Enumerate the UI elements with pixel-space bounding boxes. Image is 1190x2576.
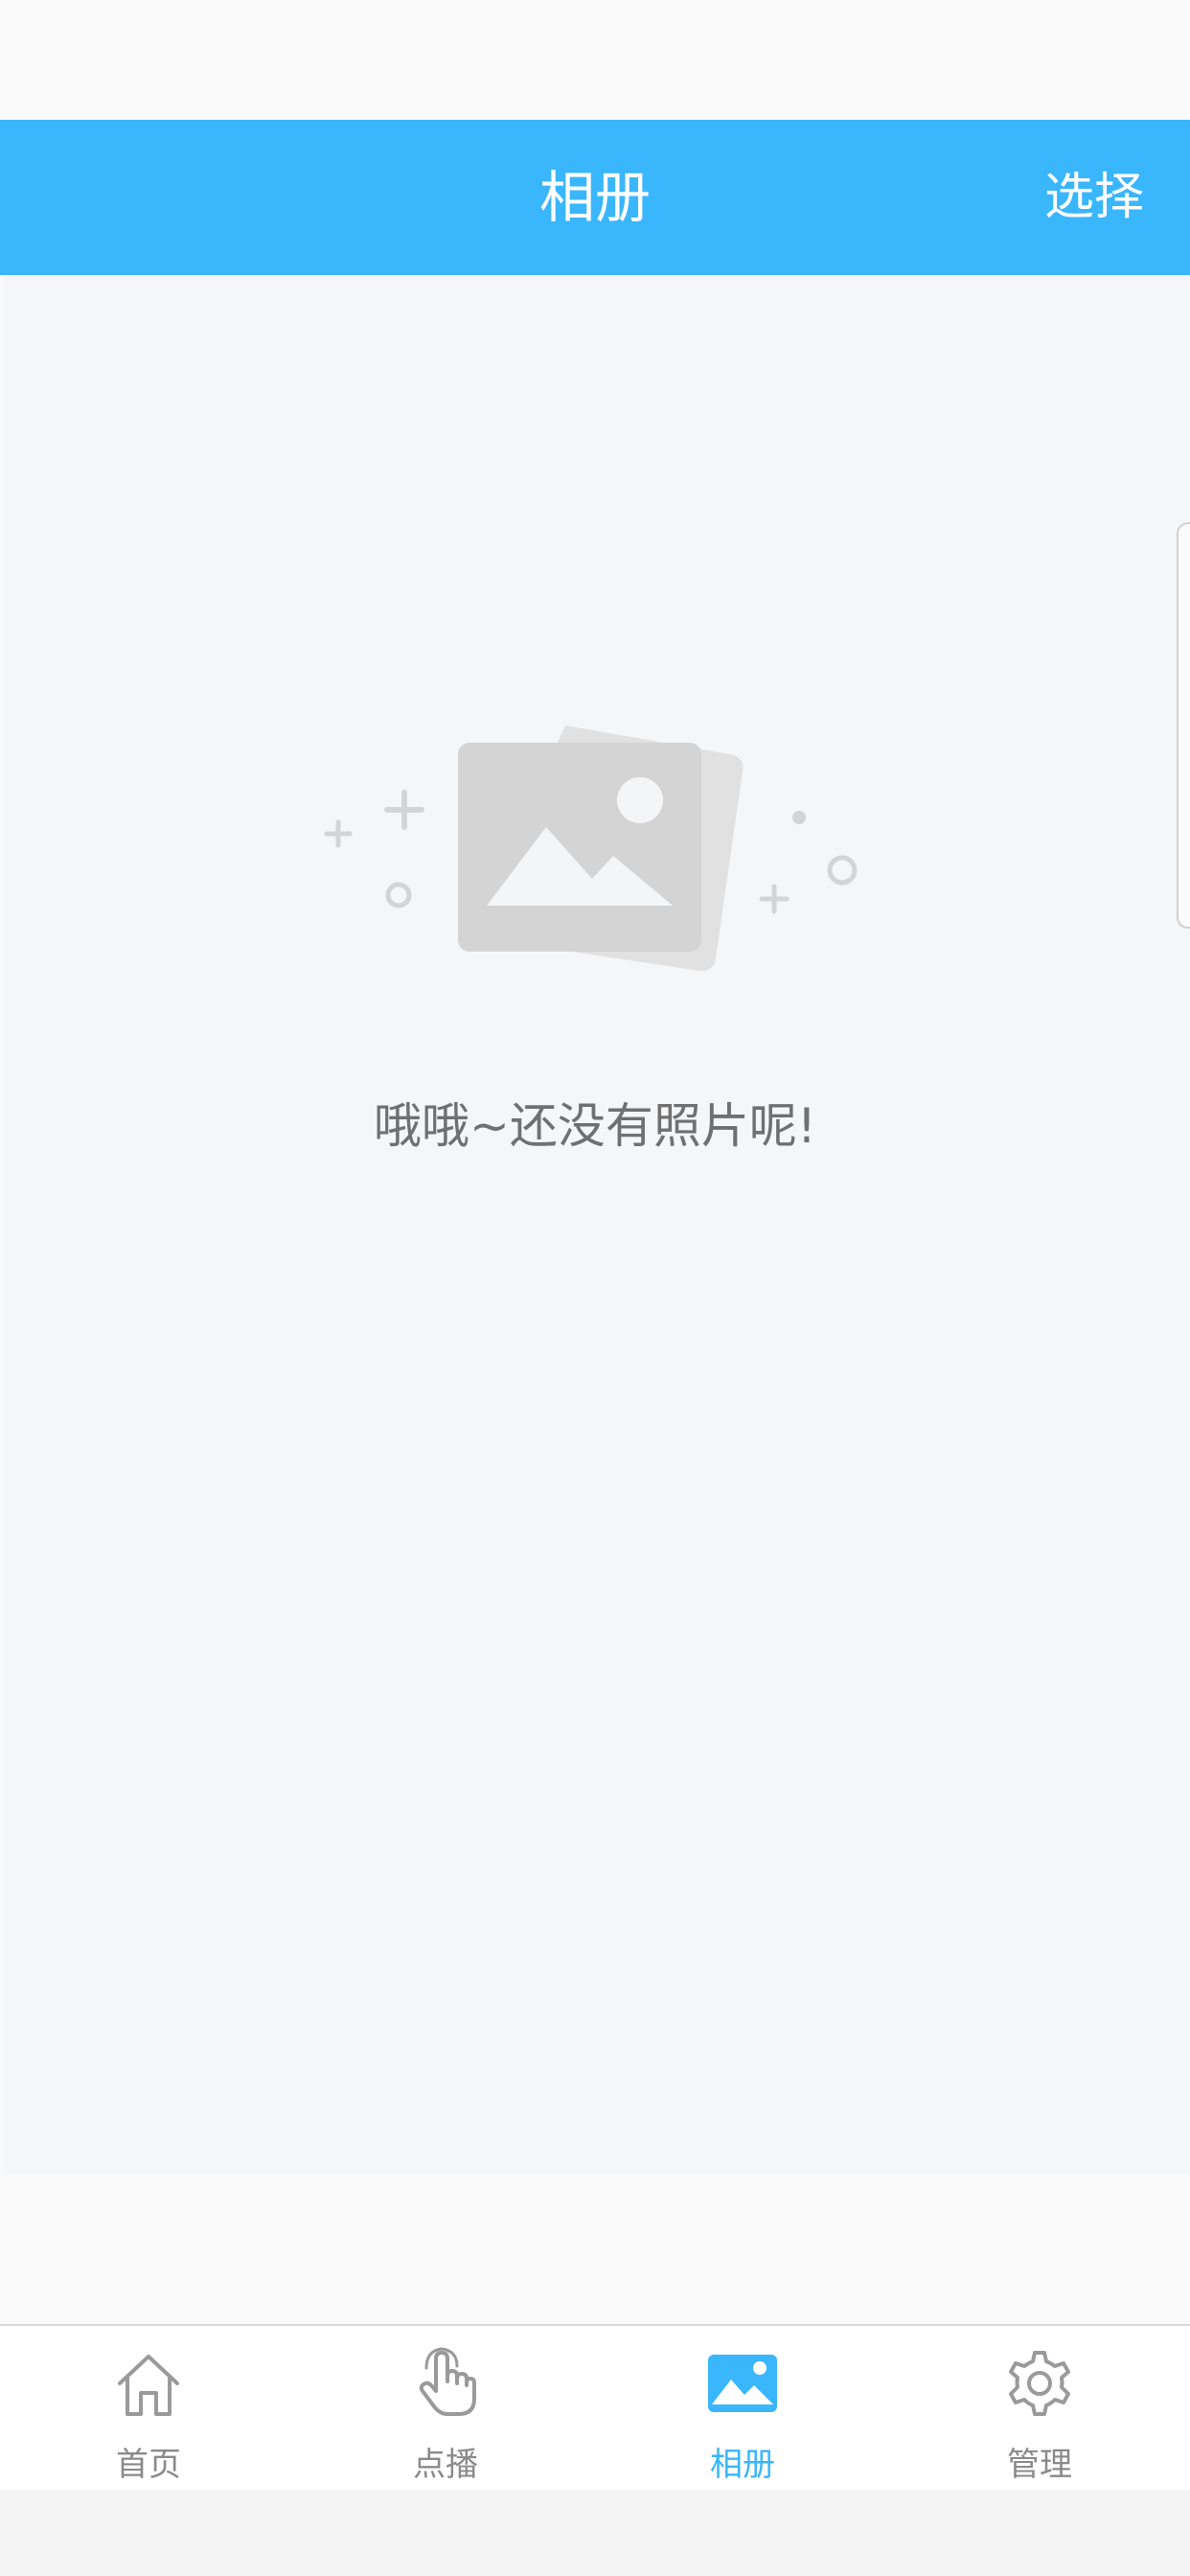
empty-state-message: 哦哦~还没有照片呢! [374,1098,816,1154]
tab-home[interactable]: 首页 [0,2326,297,2492]
photo-icon [708,2355,777,2412]
touch-hand-icon [419,2347,476,2416]
sparkle-dot-icon [792,811,806,824]
sparkle-plus-right-icon [759,884,790,914]
home-icon [118,2355,179,2416]
gear-icon [1009,2351,1070,2416]
tab-on-demand-label: 点播 [413,2446,478,2484]
navigation-bar: 相册 选择 [0,120,1190,275]
tab-manage[interactable]: 管理 [891,2326,1188,2492]
status-bar [0,0,1190,120]
sparkle-circle-icon [385,882,412,908]
empty-photos-illustration [324,725,858,972]
tab-on-demand[interactable]: 点播 [297,2326,594,2492]
bottom-tab-bar: 首页 点播 相册 管理 [0,2324,1190,2492]
album-content [4,275,1190,2175]
tab-album[interactable]: 相册 [594,2326,891,2492]
sun-icon [617,777,663,823]
content-footer-spacer [0,2175,1190,2324]
page-title: 相册 [538,165,651,230]
sparkle-plus-icon [384,790,424,830]
app-screen: 相册 选择 哦哦~还没有照片呢! 首页 点播 相册 管理 [0,0,1190,2576]
tab-home-label: 首页 [116,2446,181,2484]
tab-manage-label: 管理 [1007,2446,1072,2484]
sparkle-circle-right-icon [827,855,858,886]
photo-card-front [458,743,701,952]
select-button[interactable]: 选择 [1044,120,1144,275]
home-indicator-area [0,2490,1190,2576]
sparkle-plus-small-icon [324,819,353,848]
tab-album-label: 相册 [710,2446,775,2484]
side-drawer-handle[interactable] [1177,522,1190,929]
